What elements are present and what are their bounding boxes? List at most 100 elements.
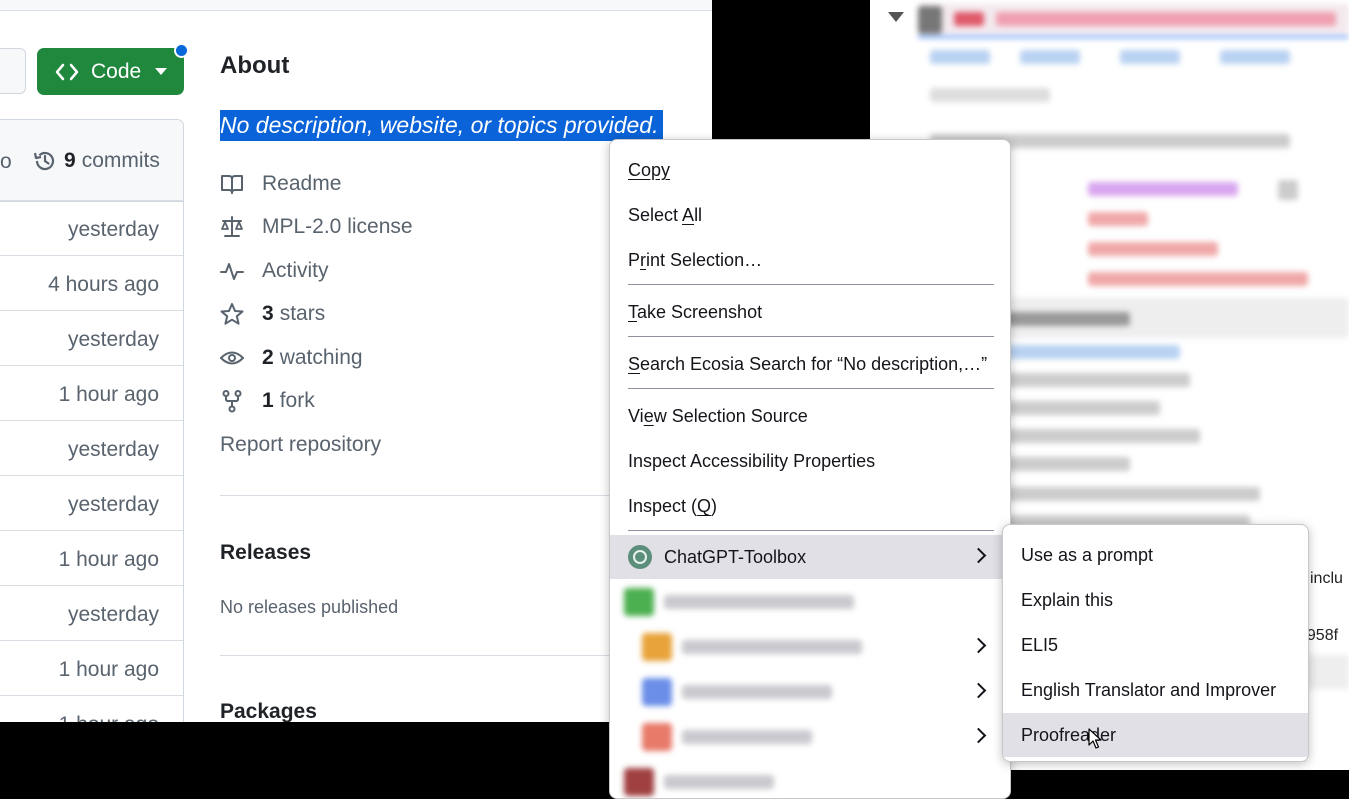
menu-separator [628,388,994,389]
menu-item-label: ChatGPT-Toolbox [664,547,807,567]
chevron-right-icon [970,547,987,564]
menu-item-label: Copy [628,160,671,180]
menu-item-inspect[interactable]: Inspect (Q) [610,484,1010,528]
watchers-link[interactable]: 2 watching [220,346,363,370]
row-divider [0,640,183,641]
row-divider [0,585,183,586]
menu-accesskey: T [628,302,637,322]
submenu-item-use-as-prompt[interactable]: Use as a prompt [1003,533,1308,577]
commit-time: 1 hour ago [58,548,159,571]
report-repository-link[interactable]: Report repository [220,433,381,457]
commit-time: yesterday [67,218,159,241]
commit-time: yesterday [67,603,159,626]
license-link[interactable]: MPL-2.0 license [220,215,413,239]
law-icon [221,216,243,237]
menu-item-label: int Selection… [646,250,763,270]
code-button-label: Code [91,59,142,83]
menu-item-label: Vi [628,406,644,426]
chevron-down-icon [155,68,168,75]
commits-link[interactable]: 9 commits [32,148,160,174]
packages-heading[interactable]: Packages [220,700,317,722]
chevron-right-icon [970,727,987,744]
stars-count: 3 [262,302,274,325]
row-divider [0,255,183,256]
page-top-bar [0,0,712,11]
watching-count: 2 [262,346,274,369]
row-divider [0,475,183,476]
menu-item-label: ake Screenshot [637,302,763,322]
submenu-item-eli5[interactable]: ELI5 [1003,623,1308,667]
menu-item-label: Inspect ( [628,496,698,516]
section-divider [220,655,620,656]
menu-separator [628,530,994,531]
menu-item-view-selection-source[interactable]: View Selection Source [610,394,1010,438]
chatgpt-toolbox-submenu: Use as a prompt Explain this ELI5 Englis… [1002,524,1309,762]
watching-label: watching [279,346,363,369]
stars-link[interactable]: 3 stars [220,302,325,326]
menu-item-blurred-submenu[interactable] [610,625,1010,669]
menu-item-label: Inspect Accessibility Properties [628,451,876,471]
github-repo-page: Code o 9 commits yesterday 4 hours ago y… [0,0,712,722]
forks-link[interactable]: 1 fork [220,389,315,413]
menu-item-blurred[interactable] [610,760,1010,798]
code-button[interactable]: Code [37,43,189,95]
menu-item-print-selection[interactable]: Print Selection… [610,238,1010,282]
license-label: MPL-2.0 license [262,215,413,238]
menu-item-blurred-submenu[interactable] [610,670,1010,714]
menu-item-inspect-accessibility[interactable]: Inspect Accessibility Properties [610,439,1010,483]
fork-count: 1 [262,389,274,412]
notification-dot [174,43,189,58]
readme-link[interactable]: Readme [220,172,341,196]
commit-time: yesterday [67,438,159,461]
branch-button-partial[interactable] [0,48,26,94]
menu-item-copy[interactable]: Copy [610,148,1010,192]
row-divider [0,530,183,531]
chevron-right-icon [970,682,987,699]
row-divider [0,420,183,421]
row-divider [0,695,183,696]
releases-empty-text: No releases published [220,597,399,617]
context-menu: Copy Select All Print Selection… Take Sc… [609,139,1011,799]
menu-separator [628,284,994,285]
mouse-cursor-icon [1088,728,1102,749]
menu-separator [628,336,994,337]
row-divider [0,365,183,366]
commit-time: yesterday [67,328,159,351]
commits-label: commits [81,149,160,172]
menu-item-select-all[interactable]: Select All [610,193,1010,237]
commit-time: yesterday [67,493,159,516]
releases-heading[interactable]: Releases [220,541,311,565]
repo-description-selected: No description, website, or topics provi… [220,110,663,141]
menu-item-take-screenshot[interactable]: Take Screenshot [610,290,1010,334]
menu-item-chatgpt-toolbox[interactable]: ChatGPT-Toolbox [610,535,1010,579]
about-heading: About [220,52,290,79]
menu-item-blurred-submenu[interactable] [610,715,1010,759]
row-divider [0,310,183,311]
chevron-right-icon [970,637,987,654]
expand-triangle-icon[interactable] [888,12,904,22]
menu-item-label: ll [694,205,703,225]
menu-item-blurred[interactable] [610,580,1010,624]
menu-accesskey: e [643,406,654,426]
menu-item-label: Select [628,205,683,225]
activity-link[interactable]: Activity [220,259,329,283]
menu-accesskey: S [628,354,641,374]
menu-item-label: earch Ecosia Search for “No description,… [640,354,988,374]
eye-icon [220,351,244,365]
readme-label: Readme [262,172,342,195]
submenu-item-explain-this[interactable]: Explain this [1003,578,1308,622]
history-icon [33,151,55,171]
menu-accesskey: A [682,205,695,225]
menu-item-label: w Selection Source [653,406,808,426]
commits-count: 9 [64,149,76,172]
commit-time: 4 hours ago [48,273,159,296]
menu-item-search-selection[interactable]: Search Ecosia Search for “No description… [610,342,1010,386]
section-divider [220,495,620,496]
commit-time: 1 hour ago [58,658,159,681]
header-text-fragment: o [0,150,12,173]
activity-label: Activity [262,259,329,282]
menu-accesskey: Q [697,496,712,516]
devtools-text-fragment: inclu [1310,570,1343,587]
submenu-item-english-translator[interactable]: English Translator and Improver [1003,668,1308,712]
submenu-item-proofreader[interactable]: Proofreader [1003,713,1308,757]
